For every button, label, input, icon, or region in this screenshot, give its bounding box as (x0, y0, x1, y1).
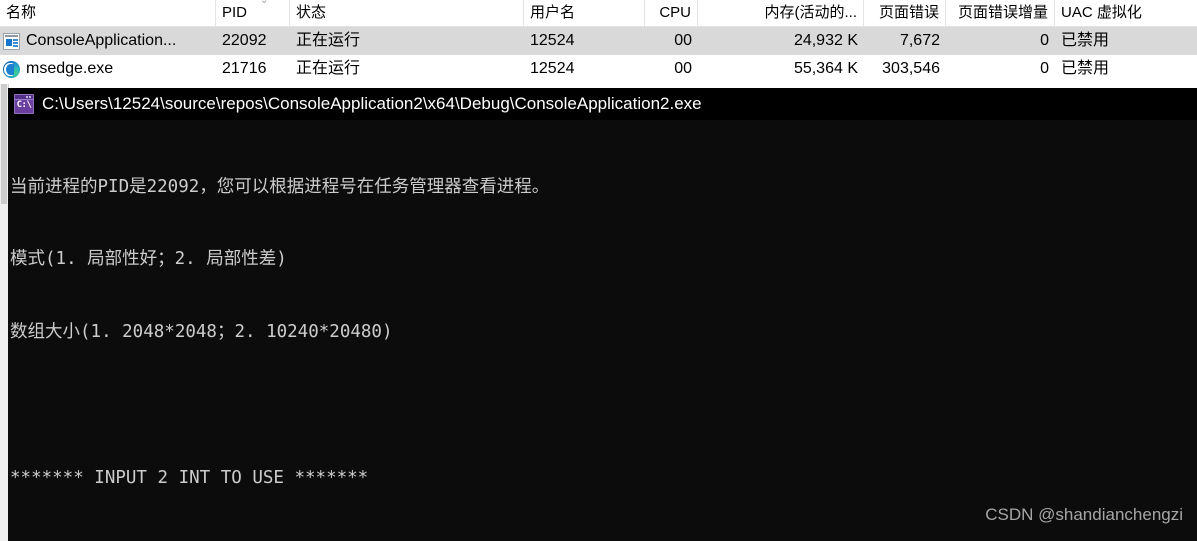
screenshot-root: 名称 PID ⌄ 状态 用户名 CPU 内存(活动的... 页面错误 页面错误增… (0, 0, 1197, 541)
cell-pid: 21716 (222, 60, 267, 77)
cell-pid: 22092 (222, 32, 267, 49)
console-line: 当前进程的PID是22092，您可以根据进程号在任务管理器查看进程。 (10, 176, 550, 197)
column-header-pid-label: PID (222, 4, 248, 21)
column-header-cpu[interactable]: CPU (645, 0, 698, 26)
cmd-prompt-icon: C:\ (14, 94, 34, 114)
cell-page-fault-delta: 0 (1040, 32, 1049, 49)
column-header-pid[interactable]: PID ⌄ (216, 0, 290, 26)
cmd-prompt-glyph: C:\ (16, 100, 32, 110)
cell-memory: 55,364 K (793, 60, 858, 77)
console-titlebar[interactable]: C:\ C:\Users\12524\source\repos\ConsoleA… (8, 88, 1197, 120)
column-header-status[interactable]: 状态 (290, 0, 524, 26)
task-manager-column-header: 名称 PID ⌄ 状态 用户名 CPU 内存(活动的... 页面错误 页面错误增… (0, 0, 1197, 27)
table-row[interactable]: msedge.exe 21716 正在运行 12524 00 55,364 K … (0, 55, 1197, 83)
console-title: C:\Users\12524\source\repos\ConsoleAppli… (42, 94, 702, 113)
console-line: 数组大小(1. 2048*2048；2. 10240*20480) (10, 322, 393, 343)
cell-cpu: 00 (674, 32, 692, 49)
cell-cpu: 00 (674, 60, 692, 77)
column-header-name[interactable]: 名称 (0, 0, 216, 26)
column-header-page-faults[interactable]: 页面错误 (864, 0, 946, 26)
column-header-page-faults-label: 页面错误 (878, 4, 939, 21)
cell-status: 正在运行 (296, 32, 361, 49)
cell-name: msedge.exe (26, 60, 114, 77)
column-header-memory[interactable]: 内存(活动的... (698, 0, 864, 26)
column-header-uac-virtualization-label: UAC 虚拟化 (1061, 4, 1142, 21)
column-header-page-fault-delta[interactable]: 页面错误增量 (946, 0, 1055, 26)
cell-page-faults: 7,672 (899, 32, 940, 49)
cell-uac-virtualization: 已禁用 (1061, 60, 1110, 77)
cell-memory: 24,932 K (793, 32, 858, 49)
scrollbar-thumb[interactable] (1, 84, 7, 204)
cell-status: 正在运行 (296, 60, 361, 77)
cell-name: ConsoleApplication... (26, 32, 177, 49)
cell-uac-virtualization: 已禁用 (1061, 32, 1110, 49)
watermark: CSDN @shandianchengzi (985, 505, 1183, 524)
column-header-name-label: 名称 (6, 4, 37, 21)
cell-username: 12524 (530, 60, 575, 77)
table-row[interactable]: ConsoleApplication... 22092 正在运行 12524 0… (0, 27, 1197, 55)
console-line: 模式(1. 局部性好；2. 局部性差) (10, 249, 287, 270)
column-header-uac-virtualization[interactable]: UAC 虚拟化 (1055, 0, 1197, 26)
console-output[interactable]: 当前进程的PID是22092，您可以根据进程号在任务管理器查看进程。 模式(1.… (8, 120, 1197, 541)
column-header-username[interactable]: 用户名 (524, 0, 645, 26)
column-header-page-fault-delta-label: 页面错误增量 (957, 4, 1048, 21)
column-header-cpu-label: CPU (659, 4, 691, 21)
cell-page-fault-delta: 0 (1040, 60, 1049, 77)
column-header-username-label: 用户名 (530, 4, 576, 21)
cell-username: 12524 (530, 32, 575, 49)
cell-page-faults: 303,546 (882, 60, 940, 77)
console-window[interactable]: C:\ C:\Users\12524\source\repos\ConsoleA… (8, 88, 1197, 541)
console-line: ******* INPUT 2 INT TO USE ******* (10, 468, 369, 489)
column-header-status-label: 状态 (296, 4, 327, 21)
column-header-memory-label: 内存(活动的... (764, 4, 858, 21)
sort-chevron-icon: ⌄ (260, 0, 269, 6)
